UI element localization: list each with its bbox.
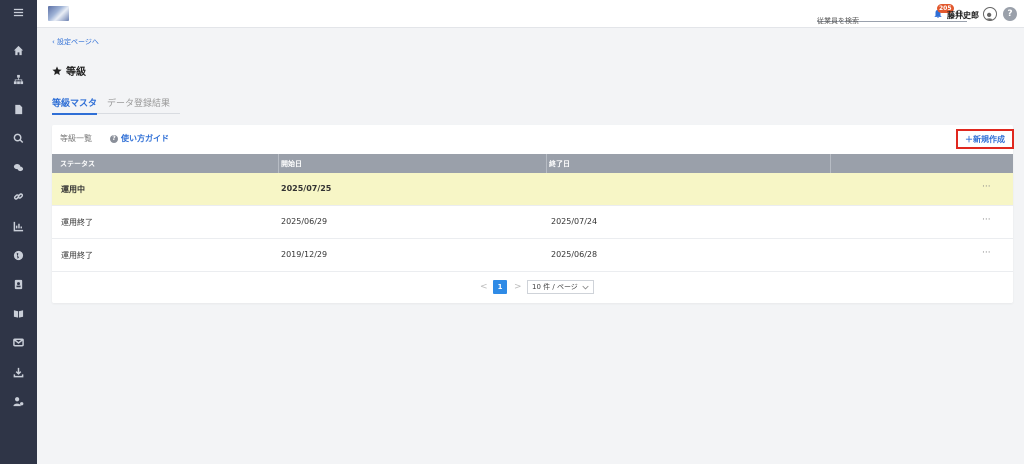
company-logo[interactable]: [48, 6, 69, 21]
pagination: < 1 > 10 件 / ページ: [480, 279, 594, 295]
usage-guide-label: 使い方ガイド: [121, 134, 169, 143]
avatar[interactable]: [983, 7, 997, 21]
help-icon[interactable]: ?: [1003, 7, 1017, 21]
user-name[interactable]: 藤井史郎: [947, 10, 979, 21]
page-size-select[interactable]: 10 件 / ページ: [527, 280, 594, 294]
grade-list-label: 等級一覧: [60, 134, 92, 143]
page-title-text: 等級: [66, 67, 86, 78]
row-menu-icon[interactable]: ···: [982, 215, 991, 225]
tab-bar: 等級マスタ データ登録結果: [52, 96, 180, 115]
cell-status: 運用中: [61, 185, 85, 194]
document-icon[interactable]: [0, 99, 37, 119]
page-size-label: 10 件 / ページ: [532, 283, 578, 291]
cell-end-date: 2025/07/24: [551, 217, 598, 226]
home-icon[interactable]: [0, 40, 37, 60]
table-row[interactable]: 運用終了 2025/06/29 2025/07/24 ···: [52, 206, 1013, 239]
question-icon: ?: [110, 134, 118, 143]
tab-grade-master[interactable]: 等級マスタ: [52, 96, 98, 115]
row-menu-icon[interactable]: ···: [982, 248, 991, 258]
star-icon: [52, 65, 62, 75]
header-end-date: 終了日: [549, 160, 570, 168]
table-row[interactable]: 運用終了 2019/12/29 2025/06/28 ···: [52, 239, 1013, 272]
org-chart-icon[interactable]: [0, 69, 37, 89]
user-icon: [985, 12, 994, 20]
menu-icon[interactable]: [0, 2, 37, 22]
column-divider: [546, 154, 547, 173]
chart-icon[interactable]: [0, 216, 37, 236]
next-page-button[interactable]: >: [514, 282, 522, 292]
column-divider: [830, 154, 831, 173]
chat-icon[interactable]: [0, 157, 37, 177]
new-create-button[interactable]: ＋新規作成: [956, 129, 1014, 149]
prev-page-button[interactable]: <: [480, 282, 488, 292]
cell-status: 運用終了: [61, 251, 93, 260]
page-number-current[interactable]: 1: [493, 280, 507, 294]
table-row[interactable]: 運用中 2025/07/25 ···: [52, 173, 1013, 206]
cell-status: 運用終了: [61, 218, 93, 227]
row-menu-icon[interactable]: ···: [982, 182, 991, 192]
top-bar: 205 藤井史郎 ?: [37, 0, 1024, 28]
employee-search-input[interactable]: [817, 15, 945, 27]
globe-icon[interactable]: [0, 245, 37, 265]
grade-list-card: 等級一覧 ? 使い方ガイド ＋新規作成 ステータス 開始日 終了日 運用中 20…: [52, 125, 1014, 303]
download-icon[interactable]: [0, 362, 37, 382]
sidebar: [0, 0, 37, 464]
table-header: ステータス 開始日 終了日: [52, 154, 1013, 173]
column-divider: [278, 154, 279, 173]
page-title: 等級: [52, 63, 86, 78]
search-icon[interactable]: [0, 128, 37, 148]
cell-start-date: 2025/06/29: [281, 217, 328, 226]
cell-start-date: 2019/12/29: [281, 250, 328, 259]
usage-guide-link[interactable]: ? 使い方ガイド: [110, 133, 169, 144]
link-icon[interactable]: [0, 186, 37, 206]
user-settings-icon[interactable]: [0, 391, 37, 411]
cell-start-date: 2025/07/25: [281, 184, 332, 193]
chevron-down-icon: [582, 285, 589, 289]
book-icon[interactable]: [0, 303, 37, 323]
cell-end-date: 2025/06/28: [551, 250, 598, 259]
back-link-label: 設定ページへ: [57, 38, 99, 46]
tab-data-registration-results[interactable]: データ登録結果: [107, 96, 170, 114]
back-to-settings-link[interactable]: ‹ 設定ページへ: [52, 37, 99, 47]
mail-icon[interactable]: [0, 332, 37, 352]
header-status: ステータス: [60, 160, 95, 168]
header-start-date: 開始日: [281, 160, 302, 168]
contacts-icon[interactable]: [0, 274, 37, 294]
